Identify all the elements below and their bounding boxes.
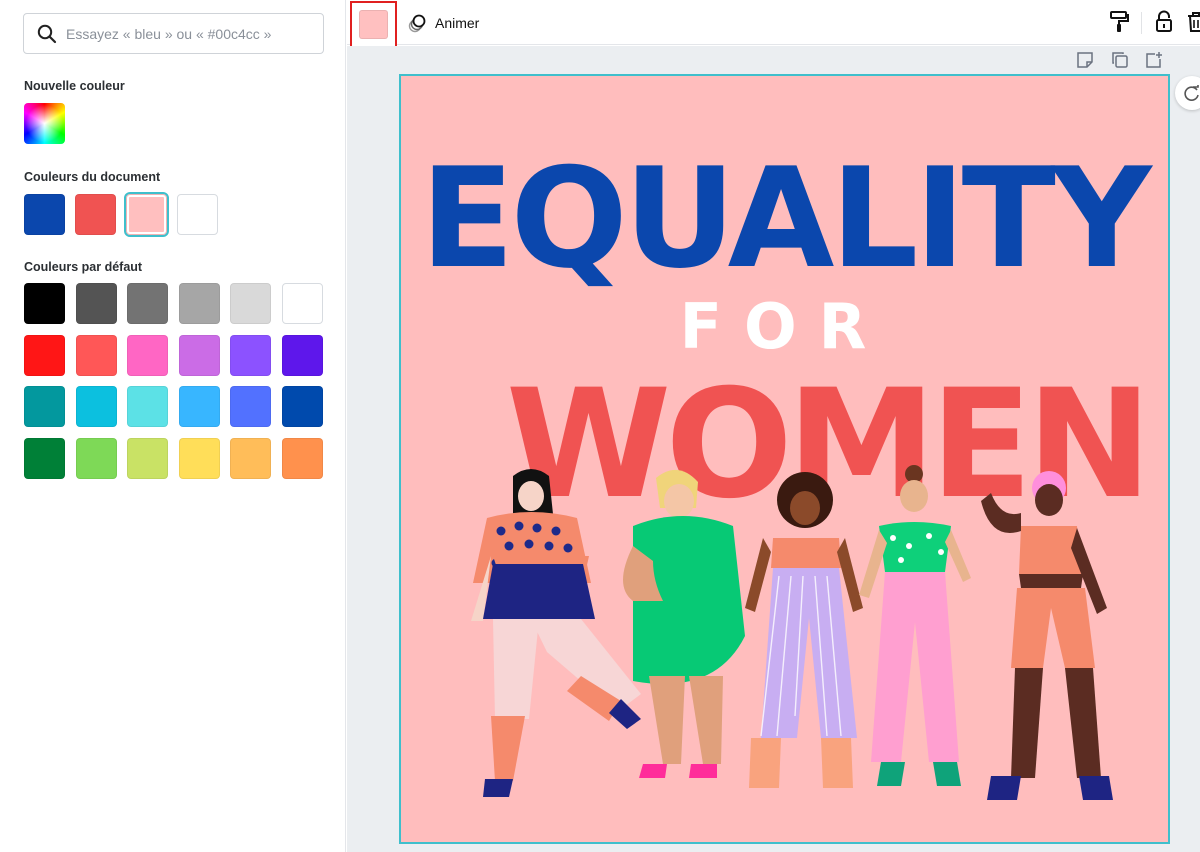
trash-icon[interactable] — [1185, 10, 1200, 34]
add-page-icon[interactable] — [1145, 51, 1163, 69]
rotate-icon — [1184, 85, 1199, 101]
default-color-swatch[interactable] — [127, 334, 168, 376]
default-color-swatch[interactable] — [75, 437, 117, 479]
canvas-area: EQUALITY FOR WOMEN — [347, 46, 1200, 852]
document-colors-label: Couleurs du document — [24, 170, 161, 184]
document-color-swatch[interactable] — [177, 194, 218, 235]
default-color-swatch[interactable] — [75, 386, 117, 427]
duplicate-icon[interactable] — [1111, 51, 1129, 69]
current-color-swatch — [359, 10, 388, 39]
animate-button[interactable]: Animer — [407, 10, 479, 36]
default-color-swatch[interactable] — [178, 283, 220, 324]
default-color-swatch[interactable] — [24, 283, 65, 324]
default-colors-label: Couleurs par défaut — [24, 260, 143, 274]
design-page[interactable]: EQUALITY FOR WOMEN — [399, 74, 1170, 844]
rotate-button[interactable] — [1175, 76, 1200, 110]
default-color-swatch[interactable] — [75, 334, 117, 376]
animate-icon — [408, 14, 426, 33]
default-color-swatch[interactable] — [127, 386, 168, 427]
color-search-input[interactable] — [66, 14, 316, 53]
default-color-swatch[interactable] — [127, 283, 168, 324]
copy-style-icon[interactable] — [1108, 10, 1130, 34]
default-color-swatch[interactable] — [281, 437, 323, 479]
new-color-label: Nouvelle couleur — [24, 79, 125, 93]
title-line-for: FOR — [680, 290, 889, 363]
title-line-equality: EQUALITY — [420, 138, 1154, 299]
default-color-swatch[interactable] — [230, 283, 271, 324]
default-color-swatch[interactable] — [230, 334, 271, 376]
new-color-picker-button[interactable] — [24, 103, 65, 144]
animate-label: Animer — [435, 15, 480, 31]
default-color-swatch[interactable] — [24, 437, 65, 479]
default-color-swatch[interactable] — [127, 437, 168, 479]
equality-illustration: EQUALITY FOR WOMEN — [420, 138, 1158, 800]
lock-icon[interactable] — [1153, 10, 1175, 34]
search-icon — [37, 24, 57, 44]
default-color-swatch[interactable] — [178, 386, 220, 427]
default-color-swatch[interactable] — [230, 437, 271, 479]
document-color-swatch[interactable] — [24, 194, 65, 235]
default-color-swatch[interactable] — [281, 283, 323, 324]
note-icon[interactable] — [1076, 51, 1094, 69]
default-color-swatch[interactable] — [281, 334, 323, 376]
default-color-swatch[interactable] — [24, 386, 65, 427]
default-color-swatch[interactable] — [178, 334, 220, 376]
default-color-swatch[interactable] — [75, 283, 117, 324]
default-color-swatch[interactable] — [281, 386, 323, 427]
color-search-box[interactable] — [23, 13, 324, 54]
current-color-button[interactable] — [350, 1, 397, 50]
color-panel: Nouvelle couleur Couleurs du document Co… — [0, 0, 346, 852]
document-color-swatch[interactable] — [75, 194, 116, 235]
document-color-swatch[interactable] — [124, 192, 169, 237]
default-color-swatch[interactable] — [230, 386, 271, 427]
default-color-swatch[interactable] — [178, 437, 220, 479]
default-color-swatch[interactable] — [24, 334, 65, 376]
editor-toolbar: Animer — [347, 0, 1200, 50]
toolbar-divider — [1141, 12, 1142, 34]
